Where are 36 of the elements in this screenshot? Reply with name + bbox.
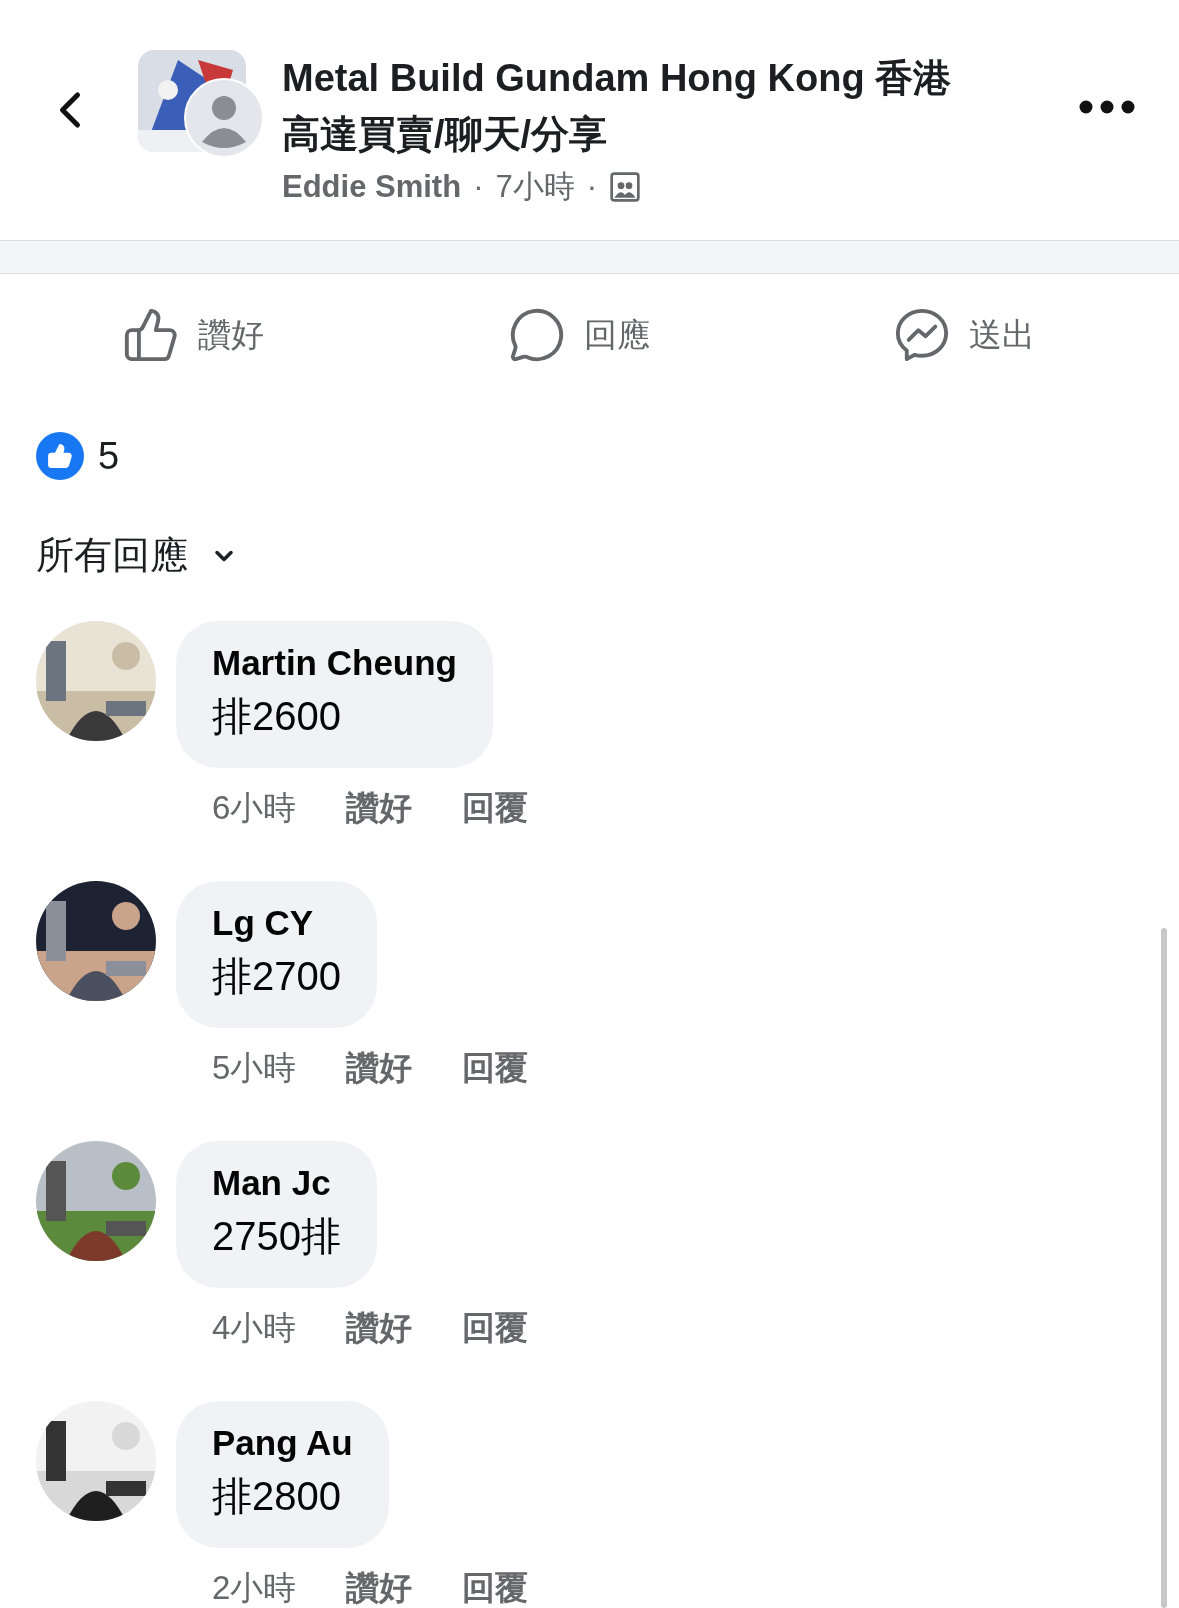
- commenter-name[interactable]: Martin Cheung: [212, 643, 457, 683]
- comment-time: 5小時: [212, 1048, 297, 1088]
- avatar-icon: [184, 78, 264, 158]
- post-time: 7小時: [495, 168, 575, 206]
- commenter-name[interactable]: Lg CY: [212, 903, 341, 943]
- separator: ·: [586, 169, 598, 205]
- send-button[interactable]: 送出: [889, 302, 1039, 368]
- group-title[interactable]: Metal Build Gundam Hong Kong 香港高達買賣/聊天/分享: [282, 50, 982, 162]
- comment-text: 排2700: [212, 953, 341, 1000]
- like-icon: [122, 306, 180, 364]
- comment-time: 2小時: [212, 1568, 297, 1608]
- comment-text: 2750排: [212, 1213, 341, 1260]
- comment-text: 排2600: [212, 693, 342, 740]
- comment-text: 排2800: [212, 1473, 342, 1520]
- like-button[interactable]: 讚好: [118, 302, 268, 368]
- reply-link[interactable]: 回覆: [462, 1046, 529, 1091]
- commenter-name[interactable]: Man Jc: [212, 1163, 341, 1203]
- reply-link[interactable]: 回覆: [462, 1566, 529, 1608]
- comment-button[interactable]: 回應: [503, 302, 654, 368]
- commenter-name[interactable]: Pang Au: [212, 1423, 353, 1463]
- comment-time: 6小時: [212, 788, 297, 828]
- separator: ·: [473, 169, 484, 205]
- like-link[interactable]: 讚好: [346, 1306, 413, 1351]
- reaction-count[interactable]: 5: [98, 434, 120, 478]
- like-link[interactable]: 讚好: [346, 786, 413, 831]
- comment-filter[interactable]: 所有回應: [36, 530, 238, 581]
- messenger-icon: [893, 306, 951, 364]
- author-name[interactable]: Eddie Smith: [282, 169, 462, 205]
- like-link[interactable]: 讚好: [346, 1566, 413, 1608]
- like-reaction-icon: [36, 432, 84, 480]
- comment-time: 4小時: [212, 1308, 297, 1348]
- reply-link[interactable]: 回覆: [462, 1306, 529, 1351]
- reply-link[interactable]: 回覆: [462, 786, 529, 831]
- like-link[interactable]: 讚好: [346, 1046, 413, 1091]
- group-icon: [609, 171, 642, 203]
- more-icon: [1079, 99, 1135, 114]
